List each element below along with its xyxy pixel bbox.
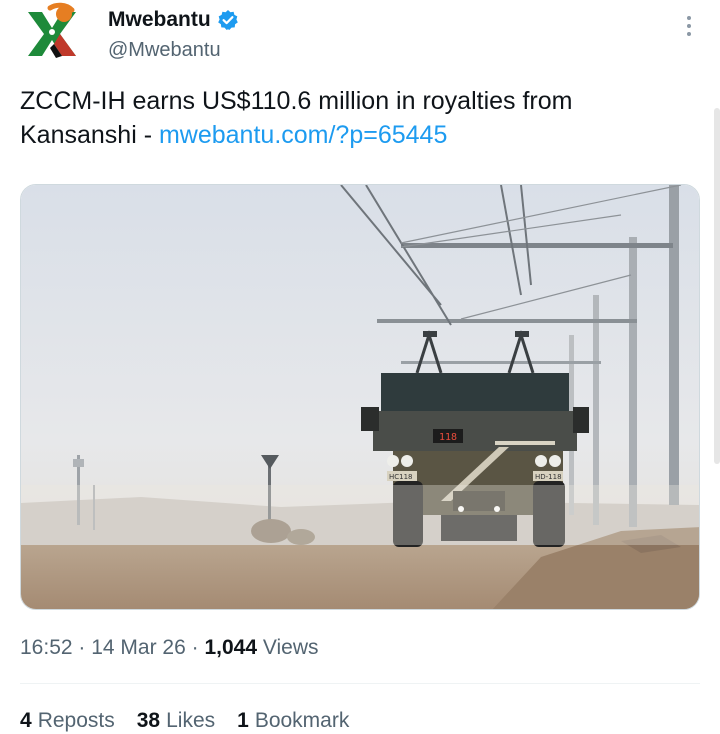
truck-display: 118 (439, 432, 457, 443)
views-count: 1,044 (204, 636, 258, 659)
tweet-date[interactable]: 14 Mar 26 (91, 636, 186, 659)
tweet-media[interactable]: 118 HC118 HD-118 (20, 184, 700, 610)
likes-stat[interactable]: 38 Likes (137, 707, 215, 734)
truck-plate-right: HD-118 (535, 473, 562, 481)
more-options-icon[interactable] (686, 16, 692, 40)
avatar[interactable] (20, 2, 84, 66)
author-handle[interactable]: @Mwebantu (108, 36, 239, 64)
tweet-time[interactable]: 16:52 (20, 636, 73, 659)
display-name[interactable]: Mwebantu (108, 6, 211, 34)
engagement-stats: 4 Reposts 38 Likes 1 Bookmark (20, 707, 349, 734)
tweet-meta: 16:52 · 14 Mar 26 · 1,044 Views (20, 634, 319, 662)
tweet-text: ZCCM-IH earns US$110.6 million in royalt… (20, 84, 680, 152)
verified-badge-icon (217, 9, 239, 31)
bookmarks-label: Bookmark (254, 709, 350, 732)
truck-plate-left: HC118 (389, 473, 413, 481)
author-names: Mwebantu @Mwebantu (108, 6, 239, 64)
likes-count: 38 (136, 709, 161, 732)
meta-separator: · (78, 636, 92, 659)
likes-label: Likes (166, 709, 216, 732)
display-name-row: Mwebantu (108, 6, 239, 34)
reposts-count: 4 (20, 709, 32, 732)
tweet-header: Mwebantu @Mwebantu (20, 0, 710, 70)
meta-separator: · (191, 636, 205, 659)
mwebantu-logo-icon (28, 2, 76, 58)
tweet-link[interactable]: mwebantu.com/?p=65445 (159, 121, 447, 149)
bookmarks-count: 1 (237, 709, 249, 732)
divider (20, 683, 700, 684)
reposts-stat[interactable]: 4 Reposts (20, 707, 115, 734)
reposts-label: Reposts (37, 709, 115, 732)
mining-truck-photo: 118 HC118 HD-118 (21, 185, 699, 609)
tweet-detail: Mwebantu @Mwebantu ZCCM-IH earns US$110.… (0, 0, 720, 734)
views-label: Views (262, 636, 319, 659)
bookmarks-stat[interactable]: 1 Bookmark (237, 707, 349, 734)
scrollbar[interactable] (714, 108, 720, 464)
